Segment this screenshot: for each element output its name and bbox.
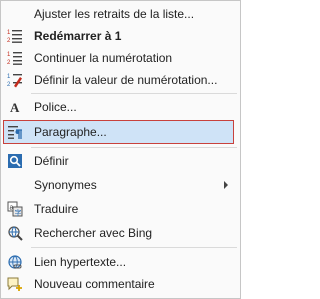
set-numbering-value-icon: 1 2 bbox=[7, 74, 22, 88]
menu-item-restart-at-1[interactable]: 1 2 Redémarrer à 1 bbox=[1, 26, 240, 46]
svg-text:字: 字 bbox=[15, 208, 22, 217]
menu-item-define[interactable]: Définir bbox=[1, 151, 240, 171]
menu-item-paragraph[interactable]: Paragraphe... bbox=[1, 122, 240, 142]
menu-item-label: Nouveau commentaire bbox=[34, 277, 155, 291]
menu-item-set-numbering-value[interactable]: 1 2 Définir la valeur de numérotation... bbox=[1, 70, 240, 90]
svg-text:1: 1 bbox=[7, 74, 11, 80]
menu-item-label: Police... bbox=[34, 100, 77, 114]
font-icon: A bbox=[10, 100, 20, 115]
menu-item-label: Paragraphe... bbox=[34, 125, 107, 139]
menu-item-search-with-bing[interactable]: Rechercher avec Bing bbox=[1, 223, 240, 243]
menu-item-synonyms[interactable]: Synonymes bbox=[1, 175, 240, 195]
menu-item-label: Continuer la numérotation bbox=[34, 51, 173, 65]
svg-text:2: 2 bbox=[7, 38, 11, 44]
menu-item-continue-numbering[interactable]: 1 2 Continuer la numérotation bbox=[1, 48, 240, 68]
menu-item-label: Synonymes bbox=[34, 178, 97, 192]
menu-item-hyperlink[interactable]: Lien hypertexte... bbox=[1, 252, 240, 272]
menu-item-adjust-list-indents[interactable]: Ajuster les retraits de la liste... bbox=[1, 4, 240, 24]
menu-item-label: Rechercher avec Bing bbox=[34, 226, 153, 240]
menu-separator bbox=[31, 93, 237, 94]
svg-text:1: 1 bbox=[7, 30, 11, 36]
menu-item-translate[interactable]: a 字 Traduire bbox=[1, 199, 240, 219]
menu-item-label: Ajuster les retraits de la liste... bbox=[34, 7, 195, 21]
menu-item-new-comment[interactable]: Nouveau commentaire bbox=[1, 274, 240, 294]
svg-text:2: 2 bbox=[7, 60, 11, 66]
define-icon bbox=[8, 154, 22, 168]
menu-separator bbox=[31, 147, 237, 148]
new-comment-icon bbox=[7, 277, 22, 291]
svg-text:A: A bbox=[10, 100, 20, 115]
paragraph-icon bbox=[8, 126, 22, 139]
menu-item-label: Lien hypertexte... bbox=[34, 255, 127, 269]
restart-numbering-icon: 1 2 bbox=[7, 30, 22, 44]
menu-item-font[interactable]: A Police... bbox=[1, 97, 240, 117]
context-menu: Ajuster les retraits de la liste... 1 2 … bbox=[0, 0, 241, 299]
menu-separator bbox=[31, 247, 237, 248]
translate-icon: a 字 bbox=[7, 201, 23, 217]
menu-item-label: Redémarrer à 1 bbox=[34, 29, 122, 43]
svg-text:2: 2 bbox=[7, 82, 11, 88]
menu-item-label: Traduire bbox=[34, 202, 79, 216]
menu-item-label: Définir la valeur de numérotation... bbox=[34, 73, 218, 87]
hyperlink-icon bbox=[8, 255, 22, 269]
menu-item-label: Définir bbox=[34, 154, 69, 168]
continue-numbering-icon: 1 2 bbox=[7, 52, 22, 66]
submenu-arrow-icon bbox=[224, 181, 228, 189]
search-bing-icon bbox=[8, 226, 23, 241]
svg-text:1: 1 bbox=[7, 52, 11, 58]
